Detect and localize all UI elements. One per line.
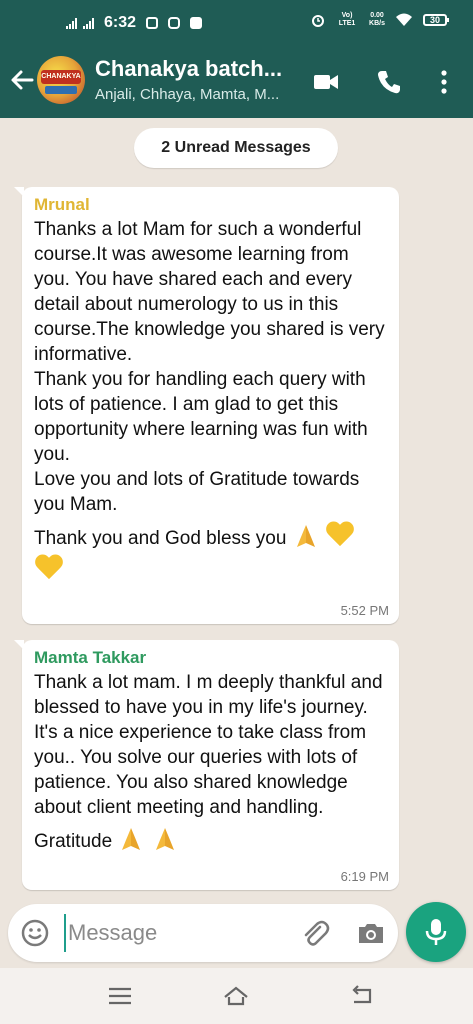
system-nav-bar [0, 968, 473, 1024]
message-text: Thank a lot mam. I m deeply thankful and… [34, 672, 383, 818]
status-bar-left: 6:32 [66, 14, 203, 32]
message-sender: Mrunal [34, 195, 90, 214]
status-bar-right: Vo) LTE1 0.00 KB/s 30 [311, 12, 449, 28]
message-bubble[interactable]: Mamta Takkar Thank a lot mam. I m deeply… [14, 640, 399, 890]
message-closing-line: Thank you and God bless you [34, 521, 387, 551]
menu-icon[interactable] [106, 984, 134, 1008]
message-closing: Gratitude [34, 831, 113, 852]
video-call-icon[interactable] [312, 68, 340, 96]
status-bar: 6:32 Vo) LTE1 0.00 KB/s 30 [0, 0, 473, 46]
unread-messages-banner: 2 Unread Messages [134, 128, 338, 168]
folded-hands-icon [155, 828, 174, 850]
speed-unit: KB/s [369, 20, 385, 27]
camera-icon[interactable] [356, 918, 386, 948]
speed-indicator: 0.00 KB/s [369, 12, 385, 28]
message-time: 6:19 PM [340, 869, 389, 884]
avatar-decoration [45, 86, 77, 94]
network-label: Vo) LTE1 [338, 12, 356, 27]
message-bubble[interactable]: Mrunal Thanks a lot Mam for such a wonde… [14, 187, 399, 624]
status-time: 6:32 [104, 14, 137, 31]
yellow-heart-icon [325, 522, 355, 548]
more-options-icon[interactable] [430, 68, 458, 96]
back-arrow-icon[interactable] [8, 66, 36, 94]
group-members[interactable]: Anjali, Chhaya, Mamta, M... [95, 86, 300, 103]
avatar-banner: CHANAKYA [41, 70, 81, 84]
group-avatar[interactable]: CHANAKYA [37, 56, 85, 104]
home-icon[interactable] [222, 984, 250, 1008]
message-input[interactable] [64, 914, 284, 952]
attach-icon[interactable] [300, 918, 330, 948]
facebook-icon [190, 17, 203, 29]
mic-button[interactable] [406, 902, 466, 962]
back-icon[interactable] [348, 984, 376, 1008]
phone-icon[interactable] [375, 68, 403, 96]
message-emoji-line [34, 555, 387, 584]
message-sender: Mamta Takkar [34, 648, 147, 667]
alarm-icon [312, 15, 325, 27]
mic-icon [425, 919, 447, 945]
battery-icon: 30 [423, 14, 449, 26]
speed-value: 0.00 [370, 12, 384, 19]
folded-hands-icon [296, 525, 315, 547]
instagram-icon [168, 17, 181, 29]
youtube-icon [146, 17, 159, 29]
group-title[interactable]: Chanakya batch... [95, 56, 295, 82]
folded-hands-icon [122, 828, 141, 850]
wifi-icon [396, 13, 412, 26]
message-closing: Thank you and God bless you [34, 528, 287, 549]
message-closing-line: Gratitude [34, 824, 387, 854]
chat-header: CHANAKYA Chanakya batch... Anjali, Chhay… [0, 46, 473, 118]
yellow-heart-icon [34, 555, 64, 581]
message-time: 5:52 PM [340, 603, 389, 618]
emoji-icon[interactable] [20, 918, 50, 948]
message-composer [8, 904, 398, 962]
message-text: Thanks a lot Mam for such a wonderful co… [34, 219, 385, 515]
signal-icon [83, 17, 94, 29]
signal-icon [66, 17, 77, 29]
chat-area[interactable]: 2 Unread Messages Mrunal Thanks a lot Ma… [0, 118, 473, 904]
